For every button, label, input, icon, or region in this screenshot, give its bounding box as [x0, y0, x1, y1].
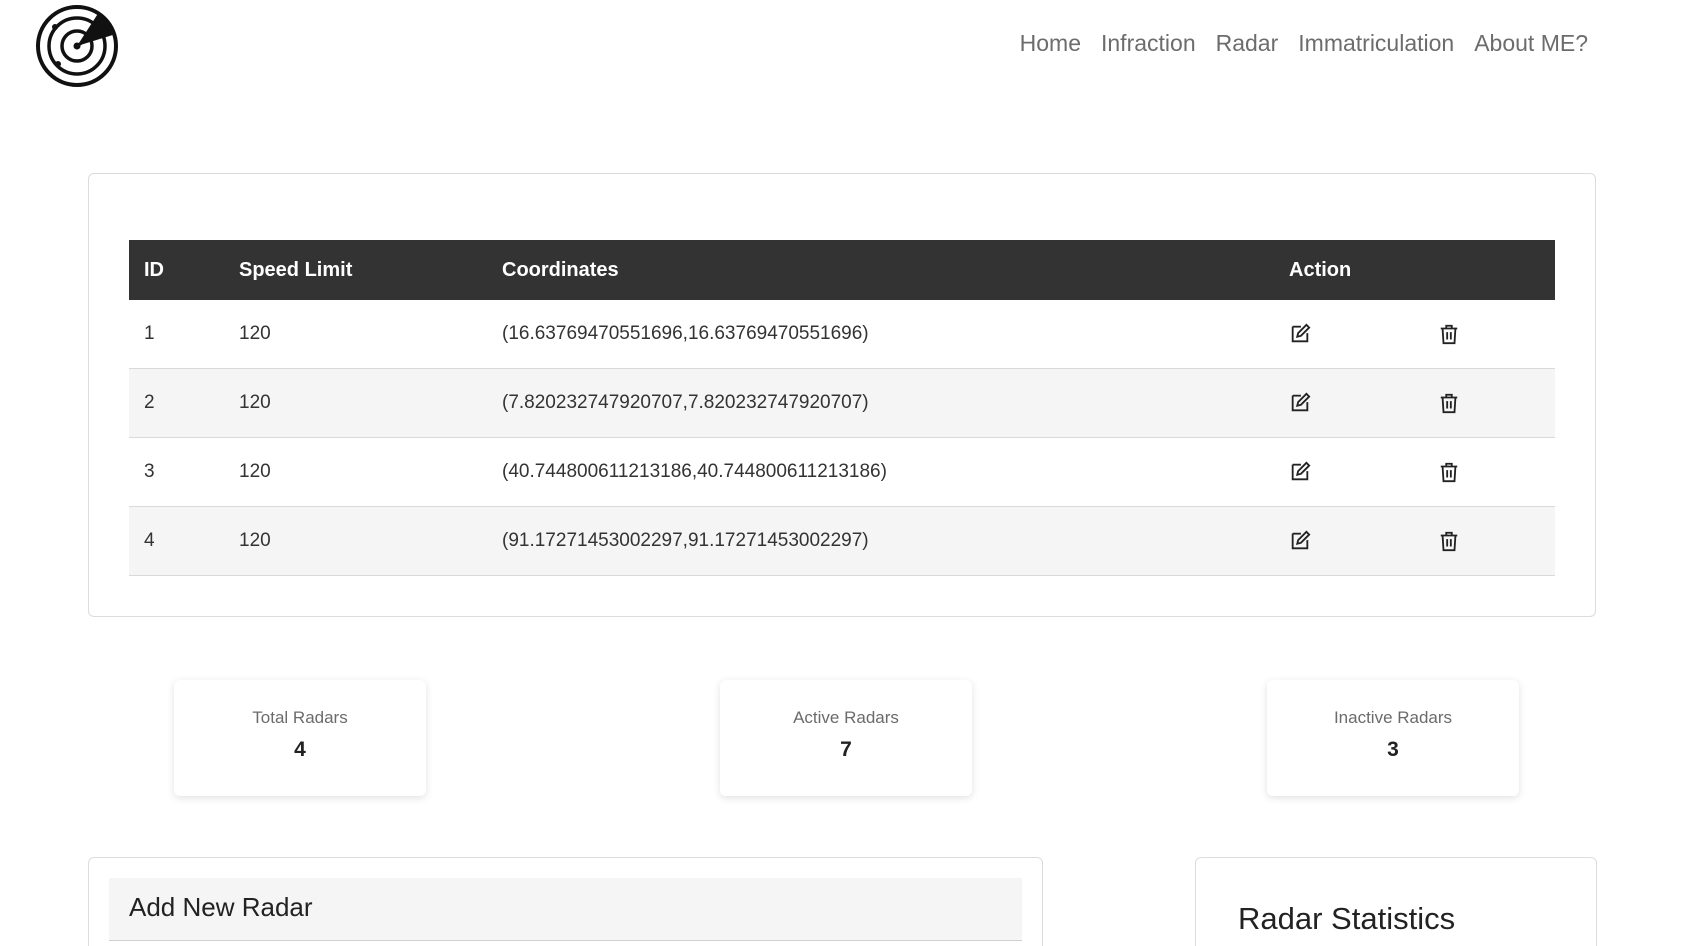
header-speed-limit: Speed Limit — [239, 258, 353, 281]
nav-home[interactable]: Home — [1020, 30, 1081, 57]
main-nav: Home Infraction Radar Immatriculation Ab… — [1020, 30, 1588, 57]
radar-table: ID Speed Limit Coordinates Action 1 120 … — [129, 240, 1555, 576]
nav-radar[interactable]: Radar — [1216, 30, 1279, 57]
cell-coordinates: (40.744800611213186,40.744800611213186) — [487, 437, 1274, 507]
stat-value-active: 7 — [840, 738, 852, 761]
cell-coordinates: (7.820232747920707,7.820232747920707) — [487, 368, 1274, 438]
edit-icon[interactable] — [1289, 392, 1311, 414]
header-coordinates: Coordinates — [502, 258, 619, 281]
cell-id: 4 — [129, 506, 224, 576]
cell-delete — [1423, 368, 1555, 438]
cell-coordinates: (16.63769470551696,16.63769470551696) — [487, 300, 1274, 369]
edit-icon[interactable] — [1289, 530, 1311, 552]
cell-delete — [1423, 506, 1555, 576]
radar-statistics-card: Radar Statistics — [1195, 857, 1597, 946]
stat-label-inactive: Inactive Radars — [1333, 708, 1453, 727]
header-id: ID — [144, 258, 164, 281]
cell-delete — [1423, 437, 1555, 507]
stat-label-total: Total Radars — [252, 708, 348, 727]
edit-icon[interactable] — [1289, 461, 1311, 483]
nav-infraction[interactable]: Infraction — [1101, 30, 1196, 57]
cell-edit — [1274, 300, 1423, 369]
radar-table-card: ID Speed Limit Coordinates Action 1 120 … — [88, 173, 1596, 617]
trash-icon[interactable] — [1438, 530, 1460, 552]
radar-statistics-title: Radar Statistics — [1238, 901, 1456, 936]
cell-speed-limit: 120 — [224, 506, 487, 576]
cell-edit — [1274, 437, 1423, 507]
add-radar-header: Add New Radar — [109, 878, 1022, 941]
page: Home Infraction Radar Immatriculation Ab… — [0, 0, 1690, 946]
table-row: 1 120 (16.63769470551696,16.637694705516… — [129, 300, 1555, 369]
radar-logo-icon[interactable] — [35, 4, 119, 88]
cell-edit — [1274, 368, 1423, 438]
cell-id: 3 — [129, 437, 224, 507]
header-action: Action — [1289, 258, 1352, 281]
trash-icon[interactable] — [1438, 392, 1460, 414]
stat-label-active: Active Radars — [793, 708, 899, 727]
cell-coordinates: (91.17271453002297,91.17271453002297) — [487, 506, 1274, 576]
stat-value-total: 4 — [294, 738, 306, 761]
nav-about[interactable]: About ME? — [1474, 30, 1588, 57]
cell-speed-limit: 120 — [224, 368, 487, 438]
stat-card-active: Active Radars 7 — [720, 680, 972, 796]
nav-immatriculation[interactable]: Immatriculation — [1298, 30, 1454, 57]
cell-speed-limit: 120 — [224, 300, 487, 369]
add-radar-title: Add New Radar — [129, 892, 313, 922]
stat-card-total: Total Radars 4 — [174, 680, 426, 796]
table-header-row: ID Speed Limit Coordinates Action — [129, 240, 1555, 300]
table-row: 4 120 (91.17271453002297,91.172714530022… — [129, 506, 1555, 576]
cell-edit — [1274, 506, 1423, 576]
cell-speed-limit: 120 — [224, 437, 487, 507]
header-blank — [1423, 240, 1555, 300]
table-row: 2 120 (7.820232747920707,7.8202327479207… — [129, 368, 1555, 438]
cell-id: 2 — [129, 368, 224, 438]
table-row: 3 120 (40.744800611213186,40.74480061121… — [129, 437, 1555, 507]
trash-icon[interactable] — [1438, 461, 1460, 483]
stat-card-inactive: Inactive Radars 3 — [1267, 680, 1519, 796]
stat-value-inactive: 3 — [1387, 738, 1399, 761]
cell-delete — [1423, 300, 1555, 369]
add-radar-card: Add New Radar — [88, 857, 1043, 946]
edit-icon[interactable] — [1289, 323, 1311, 345]
trash-icon[interactable] — [1438, 323, 1460, 345]
cell-id: 1 — [129, 300, 224, 369]
